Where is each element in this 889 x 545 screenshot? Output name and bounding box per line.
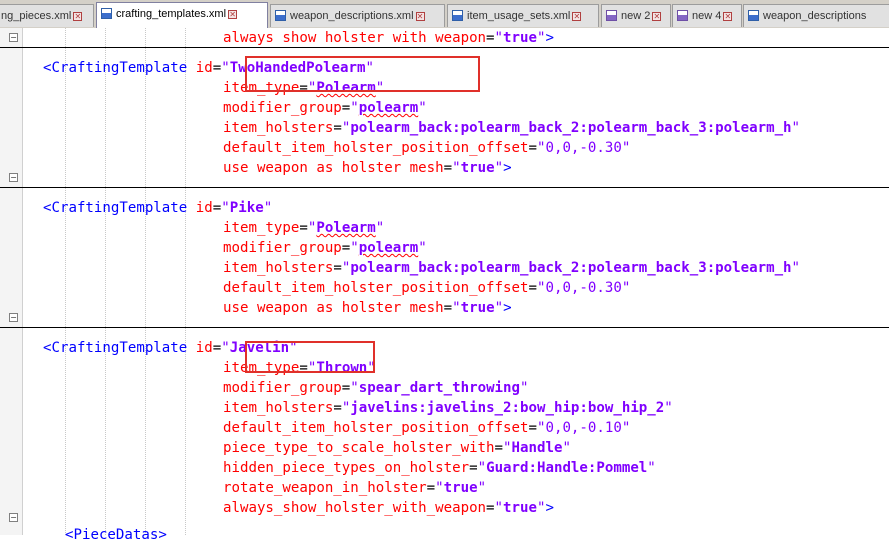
code-editor[interactable]: − − − − always show holster with weapon=… <box>0 28 889 543</box>
close-icon[interactable]: ✕ <box>572 12 582 21</box>
attribute-line: use weapon as holster mesh="true"> <box>223 300 512 316</box>
attribute-line: default_item_holster_position_offset="0,… <box>223 420 631 436</box>
file-tab-bar: ng_pieces.xml ✕ crafting_templates.xml ✕ w… <box>0 0 889 29</box>
save-icon <box>275 10 286 21</box>
code-line: always show holster with weapon="true"> <box>223 30 554 46</box>
fold-toggle-icon[interactable]: − <box>9 313 18 322</box>
attribute-line: item_holsters="polearm_back:polearm_back… <box>223 260 801 276</box>
attribute-line: piece_type_to_scale_holster_with="Handle… <box>223 440 571 456</box>
close-icon[interactable]: ✕ <box>228 10 238 19</box>
attribute-line: item_type="Polearm" <box>223 220 385 236</box>
tab-label: new 2 <box>621 10 651 22</box>
tab-label: weapon_descriptions.xml <box>290 10 414 22</box>
fold-toggle-icon[interactable]: − <box>9 513 18 522</box>
crafting-template-open: <CraftingTemplate id="Pike" <box>43 200 273 216</box>
attribute-line: always_show_holster_with_weapon="true"> <box>223 500 554 516</box>
tab-label: new 4 <box>692 10 722 22</box>
tab-label: ng_pieces.xml <box>1 10 72 22</box>
fold-toggle-icon[interactable]: − <box>9 173 18 182</box>
tab-label: item_usage_sets.xml <box>467 10 571 22</box>
save-icon <box>748 10 759 21</box>
tab-item-usage-sets[interactable]: item_usage_sets.xml ✕ <box>447 4 599 27</box>
code-line-partial: <PieceDatas> <box>65 527 167 543</box>
unsaved-icon <box>677 10 688 21</box>
attribute-line: modifier_group="spear_dart_throwing" <box>223 380 529 396</box>
attribute-line: hidden_piece_types_on_holster="Guard:Han… <box>223 460 656 476</box>
attribute-line: default_item_holster_position_offset="0,… <box>223 280 631 296</box>
close-icon[interactable]: ✕ <box>73 12 83 21</box>
close-icon[interactable]: ✕ <box>652 12 662 21</box>
block-separator <box>0 187 889 188</box>
block-separator <box>0 327 889 328</box>
highlight-box <box>245 56 480 92</box>
close-icon[interactable]: ✕ <box>415 12 425 21</box>
attribute-line: modifier_group="polearm" <box>223 240 427 256</box>
highlight-box <box>245 341 375 373</box>
tab-weapon-descriptions-2[interactable]: weapon_descriptions <box>743 4 889 27</box>
unsaved-icon <box>606 10 617 21</box>
tab-weapon-descriptions[interactable]: weapon_descriptions.xml ✕ <box>270 4 445 27</box>
attribute-line: use weapon as holster mesh="true"> <box>223 160 512 176</box>
tab-label: crafting_templates.xml <box>116 8 227 20</box>
tab-new-4[interactable]: new 4 ✕ <box>672 4 742 27</box>
tab-crafting-templates[interactable]: crafting_templates.xml ✕ <box>96 2 268 28</box>
indent-guide <box>105 28 106 535</box>
attribute-line: default_item_holster_position_offset="0,… <box>223 140 631 156</box>
indent-guide <box>65 28 66 535</box>
indent-guide <box>185 28 186 535</box>
tab-label: weapon_descriptions <box>763 10 867 22</box>
attribute-line: modifier_group="polearm" <box>223 100 427 116</box>
tab-new-2[interactable]: new 2 ✕ <box>601 4 671 27</box>
close-icon[interactable]: ✕ <box>723 12 733 21</box>
attribute-line: item_holsters="polearm_back:polearm_back… <box>223 120 801 136</box>
attribute-line: rotate_weapon_in_holster="true" <box>223 480 487 496</box>
fold-toggle-icon[interactable]: − <box>9 33 18 42</box>
save-icon <box>452 10 463 21</box>
tab-ng-pieces[interactable]: ng_pieces.xml ✕ <box>0 4 94 27</box>
fold-margin <box>0 28 23 535</box>
indent-guide <box>145 28 146 535</box>
save-icon <box>101 8 112 19</box>
attribute-line: item_holsters="javelins:javelins_2:bow_h… <box>223 400 673 416</box>
